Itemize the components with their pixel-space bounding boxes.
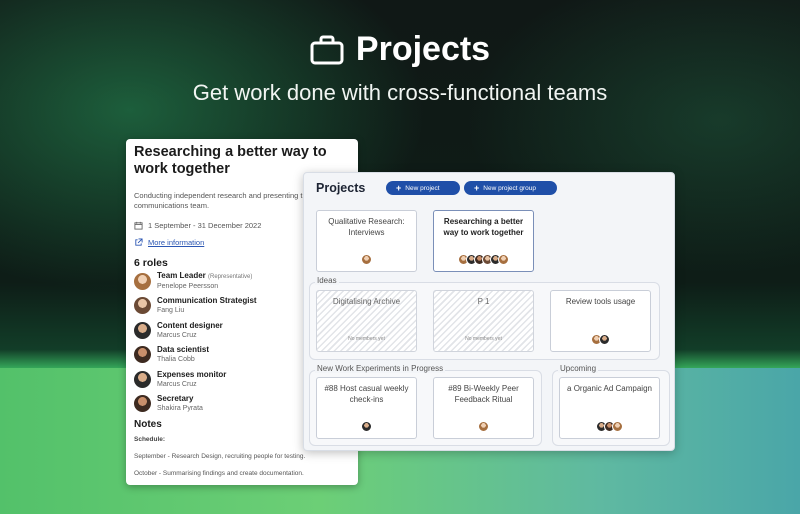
role-person: Shakira Pyrata <box>157 405 203 413</box>
role-name: Content designer <box>157 320 223 330</box>
new-project-group-label: New project group <box>483 184 537 192</box>
no-members-text: No members yet <box>348 335 385 342</box>
new-project-label: New project <box>405 184 440 192</box>
role-name: Communication Strategist <box>157 296 257 306</box>
role-person: Penelope Peersson <box>157 283 219 291</box>
project-card[interactable]: P 1 No members yet <box>433 290 534 352</box>
calendar-icon <box>134 221 143 230</box>
role-person: Marcus Cruz <box>157 380 197 388</box>
member-avatars <box>434 421 533 432</box>
group-label-ideas: Ideas <box>315 276 339 285</box>
avatar <box>599 334 610 345</box>
avatar <box>134 272 151 290</box>
briefcase-icon <box>310 35 344 64</box>
avatar <box>478 421 489 432</box>
hero-title: Projects <box>0 30 800 69</box>
project-card-title: Researching a better way to work togethe… <box>443 217 524 237</box>
project-card-title: a Organic Ad Campaign <box>567 384 652 393</box>
avatar <box>612 421 623 432</box>
member-avatars <box>317 421 416 432</box>
avatar <box>498 254 509 265</box>
project-card-title: #88 Host casual weekly check-ins <box>324 384 409 404</box>
avatar <box>361 421 372 432</box>
external-link-icon <box>135 238 143 246</box>
member-avatars <box>560 421 659 432</box>
role-person: Marcus Cruz <box>157 331 197 339</box>
no-members-text: No members yet <box>465 335 502 342</box>
role-name: Team Leader <box>157 271 206 281</box>
projects-board: Projects + New project + New project gro… <box>303 172 675 451</box>
role-person: Thalia Cobb <box>157 356 195 364</box>
note-line: October - Summarising findings and creat… <box>134 470 304 477</box>
role-name: Data scientist <box>157 345 210 355</box>
project-card[interactable]: #89 Bi-Weekly Peer Feedback Ritual <box>433 377 534 439</box>
more-information-label[interactable]: More information <box>148 238 204 247</box>
member-avatars <box>551 334 650 345</box>
hero-subtitle: Get work done with cross-functional team… <box>192 80 608 105</box>
project-card[interactable]: Digitalising Archive No members yet <box>316 290 417 352</box>
plus-icon: + <box>396 182 402 193</box>
group-label-upcoming: Upcoming <box>558 364 599 373</box>
group-label-in-progress: New Work Experiments in Progress <box>315 364 446 373</box>
hero-title-text: Projects <box>355 30 491 68</box>
new-project-button[interactable]: + New project <box>386 181 460 195</box>
role-name: Expenses monitor <box>157 369 227 379</box>
project-card[interactable]: a Organic Ad Campaign <box>559 377 660 439</box>
avatar <box>134 297 151 315</box>
project-card[interactable]: Qualitative Research: Interviews <box>316 210 417 272</box>
avatar <box>361 254 372 265</box>
board-title: Projects <box>316 181 366 195</box>
role-name: Secretary <box>157 394 194 404</box>
project-card-title: P 1 <box>477 297 490 306</box>
project-card[interactable]: #88 Host casual weekly check-ins <box>316 377 417 439</box>
avatar <box>134 395 151 413</box>
member-avatars <box>434 254 533 265</box>
project-card-title: Qualitative Research: Interviews <box>328 217 405 237</box>
representative-tag: (Representative) <box>208 274 253 281</box>
member-avatars <box>317 254 416 265</box>
avatar <box>134 370 151 388</box>
role-person: Fang Liu <box>157 307 185 315</box>
plus-icon: + <box>474 182 480 193</box>
project-card[interactable]: Review tools usage <box>550 290 651 352</box>
project-card-title: Digitalising Archive <box>332 297 401 306</box>
project-card-title: #89 Bi-Weekly Peer Feedback Ritual <box>448 384 519 404</box>
date-range: 1 September - 31 December 2022 <box>148 221 262 230</box>
avatar <box>134 346 151 364</box>
project-card-title: Review tools usage <box>565 297 636 306</box>
note-line: September - Research Design, recruiting … <box>134 453 306 460</box>
new-project-group-button[interactable]: + New project group <box>464 181 557 195</box>
project-description: Conducting independent research and pres… <box>134 191 315 210</box>
project-card-selected[interactable]: Researching a better way to work togethe… <box>433 210 534 272</box>
avatar <box>134 321 151 339</box>
